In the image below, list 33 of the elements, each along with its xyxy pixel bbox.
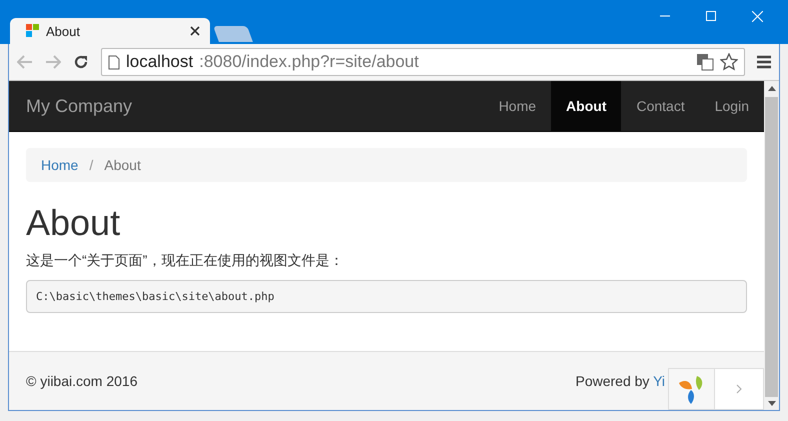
powered-by-text: Powered by Yi	[575, 373, 665, 389]
url-path: :8080/index.php?r=site/about	[199, 52, 420, 72]
copyright-text: © yiibai.com 2016	[26, 373, 138, 389]
star-icon[interactable]	[720, 53, 738, 71]
menu-icon[interactable]	[757, 55, 771, 69]
address-bar[interactable]: localhost :8080/index.php?r=site/about	[101, 48, 745, 76]
page-icon	[108, 54, 120, 70]
translate-icon[interactable]	[696, 53, 714, 71]
tab-title: About	[46, 24, 81, 38]
scroll-up-icon[interactable]	[768, 86, 776, 91]
scrollbar[interactable]	[764, 81, 779, 410]
nav-link[interactable]: About	[551, 81, 622, 131]
close-icon[interactable]	[190, 26, 200, 36]
breadcrumb-link[interactable]: Home	[41, 157, 78, 173]
page-heading: About	[26, 202, 122, 244]
browser-tab[interactable]: About	[10, 18, 210, 44]
nav-link[interactable]: Login	[700, 81, 764, 131]
debug-toggle-button[interactable]	[715, 369, 763, 409]
chevron-right-icon	[736, 384, 742, 394]
url-host: localhost	[126, 52, 194, 72]
framework-link[interactable]: Yi	[653, 373, 665, 389]
reload-icon[interactable]	[73, 54, 89, 70]
brand-name[interactable]: My Company	[9, 96, 484, 116]
scroll-down-icon[interactable]	[768, 401, 776, 406]
nav-link[interactable]: Home	[484, 81, 552, 131]
favicon-icon	[26, 24, 40, 38]
code-block: C:\basic\themes\basic\site\about.php	[26, 280, 747, 313]
description-text: 这是一个“关于页面”，现在正在使用的视图文件是：	[26, 252, 344, 270]
nav-link[interactable]: Contact	[621, 81, 700, 131]
breadcrumb-link[interactable]: About	[104, 157, 141, 173]
browser-tab[interactable]	[213, 26, 253, 42]
maximize-icon[interactable]	[706, 11, 716, 21]
breadcrumb-separator: /	[88, 157, 94, 173]
